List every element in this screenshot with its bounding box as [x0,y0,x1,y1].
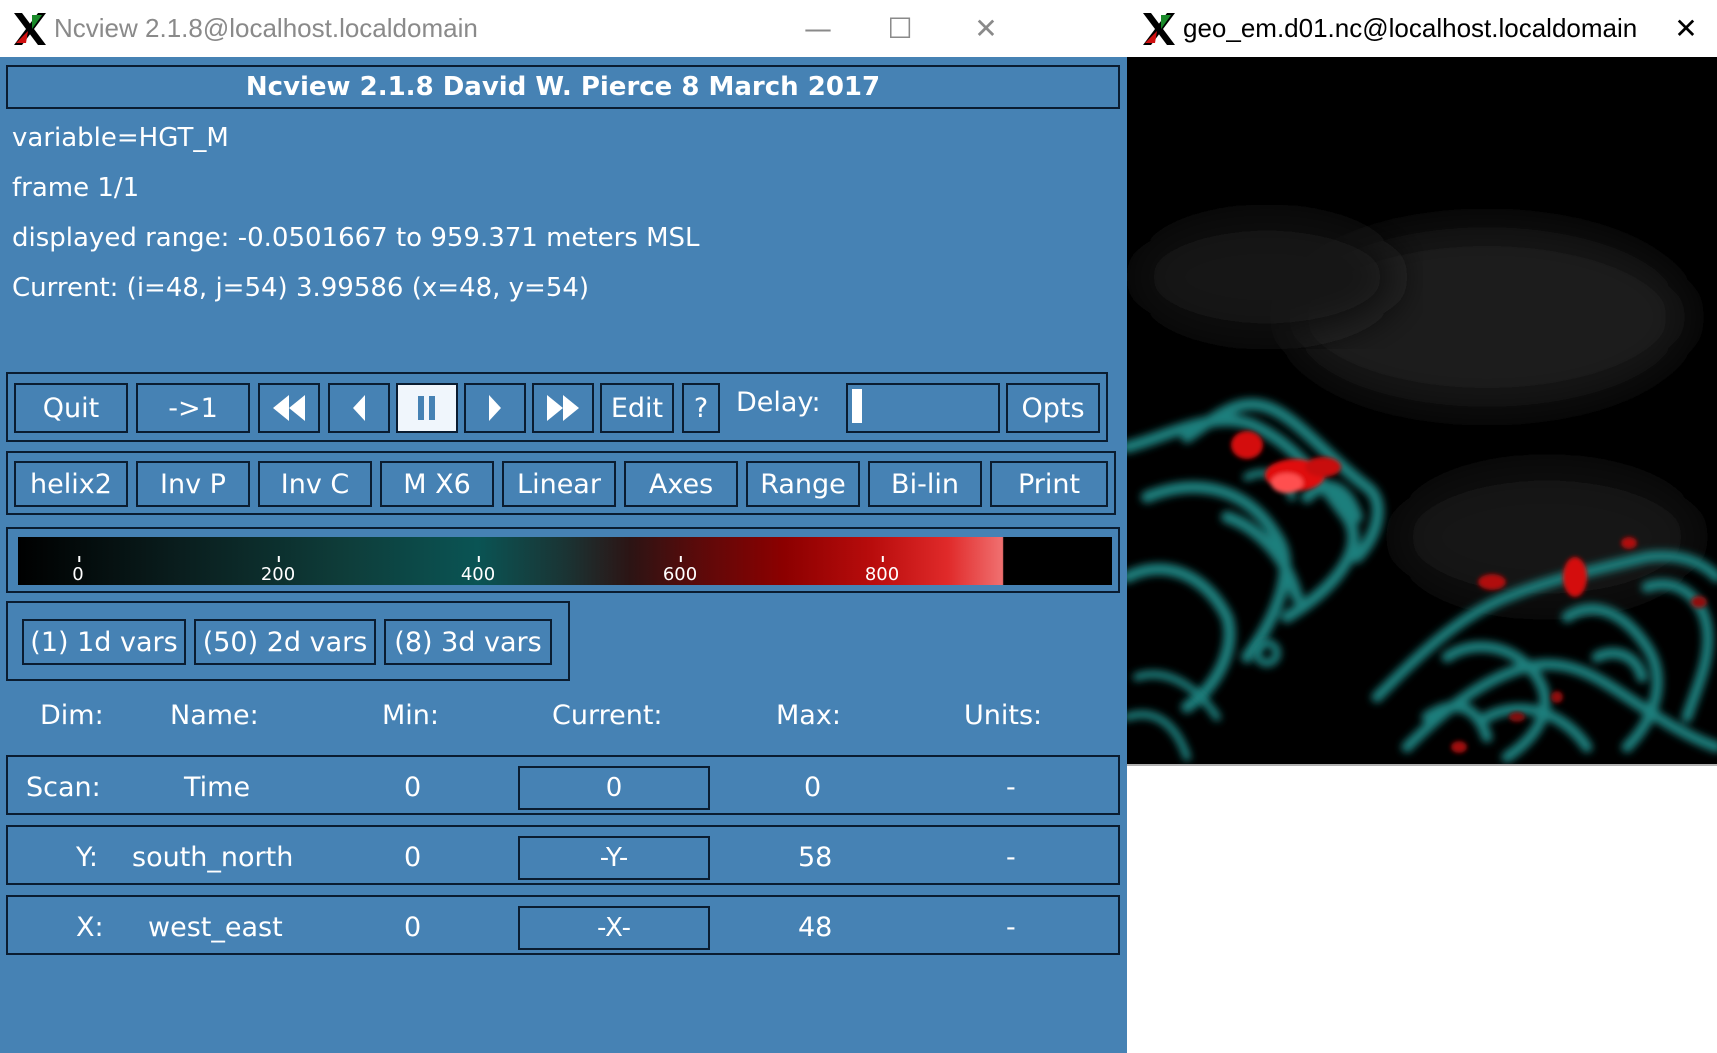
dim-min: 0 [404,841,422,873]
vars-2d-button[interactable]: (50) 2d vars [194,619,376,665]
frame-label: frame 1/1 [12,173,140,203]
vars-3d-button[interactable]: (8) 3d vars [384,619,552,665]
banner: Ncview 2.1.8 David W. Pierce 8 March 201… [6,65,1120,109]
dim-current-button[interactable]: 0 [518,766,710,810]
dim-max: 0 [804,771,822,803]
colorbar[interactable]: 0 200 400 600 800 [6,527,1120,593]
maximize-icon[interactable]: ☐ [854,0,946,57]
x11-logo-icon [14,12,46,45]
print-button[interactable]: Print [990,461,1108,507]
table-row: Scan: Time 0 0 0 - [6,755,1120,815]
close-icon[interactable]: ✕ [1640,0,1717,57]
dim-min: 0 [404,911,422,943]
colormap-button[interactable]: helix2 [14,461,128,507]
delay-slider[interactable] [846,383,1000,433]
table-row: X: west_east 0 -X- 48 - [6,895,1120,955]
delay-slider-thumb[interactable] [852,389,862,423]
dim-header: Dim: [40,700,104,731]
invert-physical-button[interactable]: Inv P [136,461,250,507]
dim-label: Y: [76,841,99,873]
displayed-range-label: displayed range: -0.0501667 to 959.371 m… [12,223,700,253]
pause-button[interactable] [396,383,458,433]
magnify-button[interactable]: M X6 [380,461,494,507]
data-image [1127,57,1717,764]
units-header: Units: [964,700,1043,731]
fast-rewind-icon [273,395,305,421]
dim-max: 48 [798,911,833,943]
fast-forward-button[interactable] [532,383,594,433]
range-button[interactable]: Range [746,461,860,507]
colorbar-tick: 800 [864,556,900,585]
dim-name: west_east [148,911,283,943]
ncview-panel: Ncview 2.1.8 David W. Pierce 8 March 201… [0,57,1127,1053]
dim-min: 0 [404,771,422,803]
main-window-title: Ncview 2.1.8@localhost.localdomain [54,13,478,43]
colorbar-tick: 0 [72,556,84,585]
close-icon[interactable]: ✕ [940,0,1032,57]
axes-button[interactable]: Axes [624,461,738,507]
name-header: Name: [170,700,259,731]
invert-colormap-button[interactable]: Inv C [258,461,372,507]
dim-units: - [1006,841,1016,873]
vars-1d-button[interactable]: (1) 1d vars [22,619,186,665]
step-back-button[interactable] [328,383,390,433]
dim-units: - [1006,911,1016,943]
quit-button[interactable]: Quit [14,383,128,433]
table-row: Y: south_north 0 -Y- 58 - [6,825,1120,885]
step-forward-icon [489,395,501,421]
colorbar-tick: 400 [460,556,496,585]
image-window-titlebar[interactable]: geo_em.d01.nc@localhost.localdomain [1127,0,1717,57]
help-button[interactable]: ? [682,383,720,433]
data-image-canvas[interactable] [1127,57,1717,764]
dim-name: south_north [132,841,294,873]
colorbar-gradient [18,537,1112,585]
step-back-icon [353,395,365,421]
dim-max: 58 [798,841,833,873]
dim-label: Scan: [26,771,101,803]
delay-label: Delay: [736,387,821,418]
dim-current-button[interactable]: -Y- [518,836,710,880]
dim-label: X: [76,911,104,943]
min-header: Min: [382,700,440,731]
dim-current-button[interactable]: -X- [518,906,710,950]
opts-button[interactable]: Opts [1006,383,1100,433]
colorbar-tick: 200 [260,556,296,585]
current-header: Current: [552,700,663,731]
colorbar-tick: 600 [662,556,698,585]
dim-name: Time [184,771,251,803]
fast-rewind-button[interactable] [258,383,320,433]
step-forward-button[interactable] [464,383,526,433]
minimize-icon[interactable]: — [772,0,864,57]
pause-icon [418,396,435,420]
max-header: Max: [776,700,841,731]
edit-button[interactable]: Edit [600,383,674,433]
linear-button[interactable]: Linear [502,461,616,507]
current-value-label: Current: (i=48, j=54) 3.99586 (x=48, y=5… [12,273,590,303]
variable-label: variable=HGT_M [12,123,229,153]
bilinear-button[interactable]: Bi-lin [868,461,982,507]
image-window-title: geo_em.d01.nc@localhost.localdomain [1183,13,1638,43]
fast-forward-icon [547,395,579,421]
dim-units: - [1006,771,1016,803]
x11-logo-icon [1143,12,1175,45]
goto-first-button[interactable]: ->1 [136,383,250,433]
